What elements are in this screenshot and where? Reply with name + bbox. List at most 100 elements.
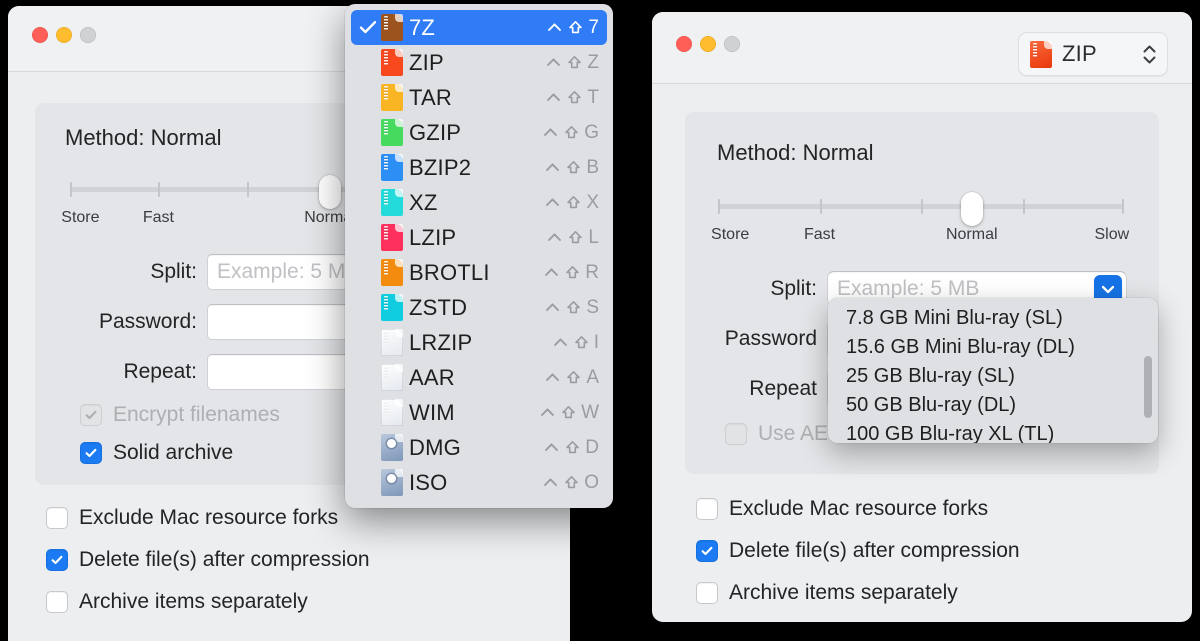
format-menu-item-wim[interactable]: WIM W — [351, 395, 607, 430]
format-menu-item-label: DMG — [409, 434, 461, 460]
format-menu-item-aar[interactable]: AAR A — [351, 360, 607, 395]
format-menu-item-dmg[interactable]: DMG D — [351, 430, 607, 465]
zip-file-icon — [381, 154, 403, 181]
shortcut-key: Z — [587, 51, 599, 73]
format-menu-item-label: TAR — [409, 84, 452, 110]
slider-tick — [921, 199, 923, 214]
checkbox-box[interactable] — [46, 591, 68, 613]
keyboard-shortcut: A — [544, 367, 599, 389]
checkbox-box[interactable] — [46, 507, 68, 529]
split-option-item[interactable]: 25 GB Blu-ray (SL) — [828, 362, 1158, 391]
checkbox-exclude-mac-resource-forks-left[interactable]: Exclude Mac resource forks — [46, 506, 370, 530]
checkmark-icon — [701, 546, 713, 556]
zoom-button[interactable] — [724, 36, 740, 52]
checkbox-use-aes[interactable]: Use AES — [725, 422, 842, 446]
checkbox-box[interactable] — [80, 404, 102, 426]
shortcut-key: 7 — [588, 16, 599, 38]
checkbox-label: Solid archive — [113, 441, 234, 464]
checkbox-encrypt-filenames[interactable]: Encrypt filenames — [80, 403, 280, 427]
shift-key-icon — [569, 21, 583, 34]
zip-file-icon — [1030, 40, 1052, 68]
split-option-item[interactable]: 50 GB Blu-ray (DL) — [828, 391, 1158, 420]
slider-label: Store — [711, 226, 750, 243]
format-popup-button[interactable]: ZIP — [1018, 32, 1168, 76]
format-menu-item-label: AAR — [409, 364, 455, 390]
slider-tick — [70, 182, 72, 197]
checkbox-box[interactable] — [80, 442, 102, 464]
control-key-icon — [546, 373, 560, 381]
format-menu-item-lzip[interactable]: LZIP L — [351, 220, 607, 255]
control-key-icon — [546, 198, 560, 206]
format-menu-item-label: LRZIP — [409, 329, 473, 355]
split-label: Split: — [150, 260, 197, 283]
format-menu-item-zstd[interactable]: ZSTD S — [351, 290, 607, 325]
format-menu-item-bzip2[interactable]: BZIP2 B — [351, 150, 607, 185]
split-option-item[interactable]: 15.6 GB Mini Blu-ray (DL) — [828, 333, 1158, 362]
format-menu-item-label: ZIP — [409, 49, 444, 75]
format-menu-item-brotli[interactable]: BROTLI R — [351, 255, 607, 290]
slider-knob[interactable] — [319, 175, 341, 209]
format-menu-item-zip[interactable]: ZIP Z — [351, 45, 607, 80]
panel-checks-right: Use AES — [725, 422, 842, 446]
keyboard-shortcut: X — [544, 192, 599, 214]
format-menu-item-lrzip[interactable]: LRZIP I — [351, 325, 607, 360]
split-option-item[interactable]: 7.8 GB Mini Blu-ray (SL) — [828, 304, 1158, 333]
window-checks-right: Exclude Mac resource forks Delete file(s… — [696, 497, 1020, 605]
checkbox-label: Archive items separately — [79, 590, 308, 613]
format-menu-item-tar[interactable]: TAR T — [351, 80, 607, 115]
shift-key-icon — [565, 126, 579, 139]
checkbox-archive-items-separately-left[interactable]: Archive items separately — [46, 590, 370, 614]
shift-key-icon — [565, 476, 579, 489]
format-menu-item-xz[interactable]: XZ X — [351, 185, 607, 220]
keyboard-shortcut: O — [542, 472, 599, 494]
dropdown-scrollbar-thumb[interactable] — [1144, 356, 1152, 418]
control-key-icon — [553, 338, 567, 346]
traffic-lights-left — [32, 27, 96, 43]
checkbox-label: Delete file(s) after compression — [729, 539, 1020, 562]
format-menu-item-iso[interactable]: ISO O — [351, 465, 607, 500]
checkbox-box[interactable] — [696, 582, 718, 604]
shift-key-icon — [566, 266, 580, 279]
disk-image-icon — [381, 434, 403, 461]
compression-method-slider-right[interactable] — [718, 192, 1124, 226]
checkbox-box[interactable] — [696, 540, 718, 562]
method-title-left: Method: Normal — [65, 125, 222, 150]
checkbox-solid-archive[interactable]: Solid archive — [80, 441, 280, 465]
checkbox-exclude-mac-resource-forks-right[interactable]: Exclude Mac resource forks — [696, 497, 1020, 521]
checkbox-box[interactable] — [725, 423, 747, 445]
checkbox-archive-items-separately-right[interactable]: Archive items separately — [696, 581, 1020, 605]
checkbox-delete-files-after-compression-right[interactable]: Delete file(s) after compression — [696, 539, 1020, 563]
split-options-dropdown[interactable]: 7.8 GB Mini Blu-ray (SL) 15.6 GB Mini Blu… — [828, 298, 1158, 443]
slider-label: Store — [61, 209, 100, 226]
control-key-icon — [546, 303, 560, 311]
traffic-lights-right — [676, 36, 740, 52]
shortcut-key: D — [585, 436, 599, 458]
close-button[interactable] — [32, 27, 48, 43]
checkbox-delete-files-after-compression-left[interactable]: Delete file(s) after compression — [46, 548, 370, 572]
slider-knob[interactable] — [960, 192, 983, 226]
split-option-item[interactable]: 100 GB Blu-ray XL (TL) — [828, 420, 1158, 443]
control-key-icon — [544, 128, 558, 136]
format-menu-item-label: ISO — [409, 469, 448, 495]
keyboard-shortcut: T — [545, 87, 599, 109]
checkbox-box[interactable] — [46, 549, 68, 571]
keyboard-shortcut: Z — [545, 52, 599, 74]
keyboard-shortcut: G — [542, 122, 599, 144]
shift-key-icon — [566, 441, 580, 454]
window-checks-left: Exclude Mac resource forks Delete file(s… — [46, 506, 370, 614]
format-dropdown-menu[interactable]: 7Z 7 ZIP Z TAR T GZIP G BZIP2 B XZ X LZIP L BROTLI R ZST… — [345, 4, 613, 508]
shortcut-key: I — [593, 331, 599, 353]
format-menu-item-7z[interactable]: 7Z 7 — [351, 10, 607, 45]
checkmark-icon — [359, 18, 381, 38]
zoom-button[interactable] — [80, 27, 96, 43]
format-menu-item-gzip[interactable]: GZIP G — [351, 115, 607, 150]
minimize-button[interactable] — [56, 27, 72, 43]
close-button[interactable] — [676, 36, 692, 52]
control-key-icon — [544, 478, 558, 486]
zip-file-icon — [381, 294, 403, 321]
checkbox-box[interactable] — [696, 498, 718, 520]
zip-file-icon — [381, 14, 403, 41]
keyboard-shortcut: I — [552, 332, 599, 354]
minimize-button[interactable] — [700, 36, 716, 52]
method-title-right: Method: Normal — [717, 140, 874, 165]
